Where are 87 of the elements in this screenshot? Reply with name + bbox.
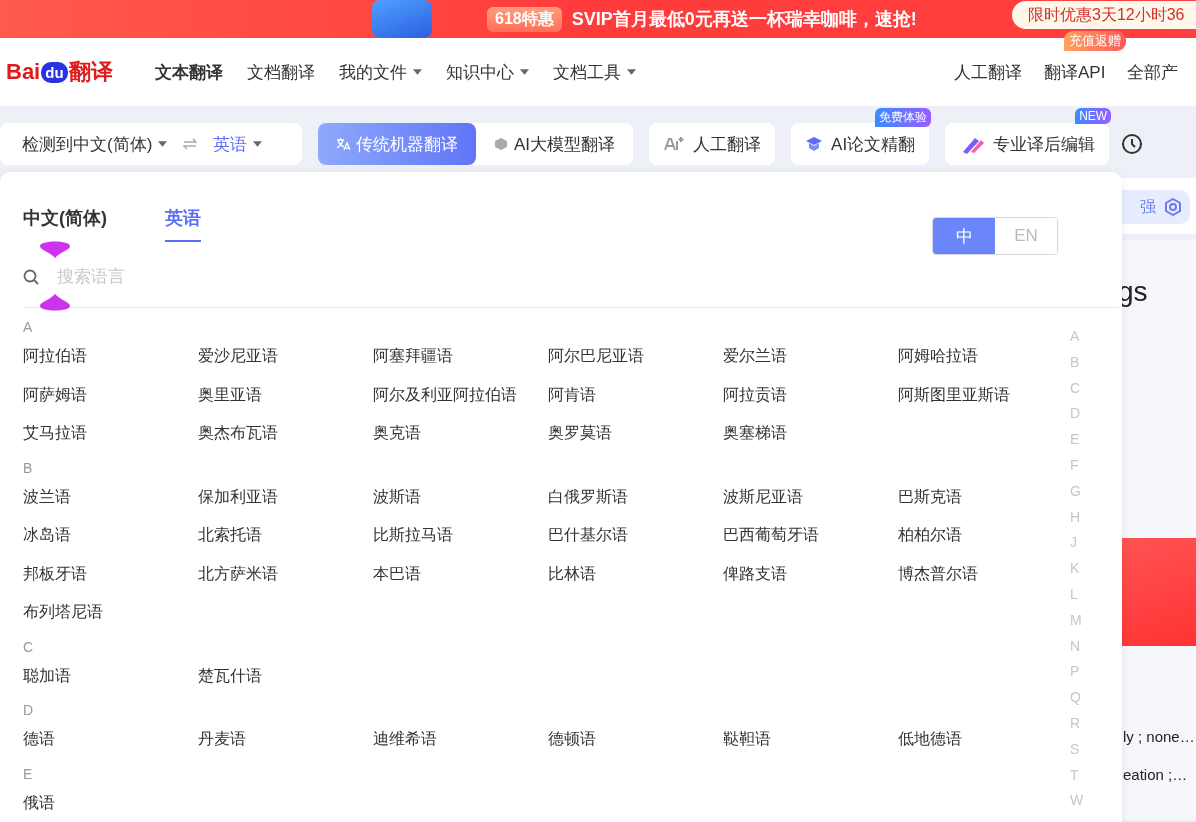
language-option[interactable]: 爱尔兰语 — [723, 347, 787, 364]
definition-text: ly ; none… — [1123, 728, 1195, 745]
language-option[interactable]: 比林语 — [548, 564, 596, 582]
language-option[interactable]: 阿尔巴尼亚语 — [548, 347, 644, 364]
language-option[interactable]: 阿拉伯语 — [23, 347, 87, 364]
history-icon[interactable] — [1121, 133, 1144, 155]
sale-badge: 618特惠 — [487, 6, 562, 32]
letter-heading: B — [23, 458, 33, 478]
language-selector[interactable]: 检测到中文(简体) 英语 — [0, 123, 302, 165]
countdown-pill: 限时优惠3天12小时36 — [1012, 1, 1196, 29]
language-option[interactable]: 白俄罗斯语 — [548, 487, 628, 505]
feature-button[interactable]: 人工翻译 — [649, 123, 776, 165]
nav-link[interactable]: 知识中心 — [445, 60, 529, 84]
language-option[interactable]: 阿萨姆语 — [23, 385, 87, 403]
language-option[interactable]: 俄语 — [23, 793, 55, 811]
caret-icon — [158, 141, 168, 147]
language-option[interactable]: 楚瓦什语 — [198, 666, 262, 684]
caret-icon — [253, 141, 263, 147]
language-option[interactable]: 阿肯语 — [548, 385, 596, 403]
language-option[interactable]: 阿斯图里亚斯语 — [898, 385, 1010, 403]
search-icon — [23, 269, 39, 285]
language-option[interactable]: 德语 — [23, 730, 55, 747]
language-option[interactable]: 北索托语 — [198, 526, 262, 543]
language-option[interactable]: 博杰普尔语 — [898, 564, 978, 582]
language-option[interactable]: 奥塞梯语 — [723, 424, 787, 441]
target-language[interactable]: 英语 — [213, 132, 263, 156]
letter-heading: E — [23, 764, 33, 784]
language-option[interactable]: 丹麦语 — [198, 730, 246, 747]
language-option[interactable]: 巴斯克语 — [898, 487, 962, 505]
language-option[interactable]: 德顿语 — [548, 730, 596, 747]
ai-sparkle-icon — [663, 136, 686, 152]
language-option[interactable]: 本巴语 — [373, 564, 421, 582]
language-option[interactable]: 保加利亚语 — [198, 487, 278, 505]
language-option[interactable]: 阿拉贡语 — [723, 385, 787, 403]
language-tab[interactable]: 英语 — [165, 206, 201, 242]
language-option[interactable]: 阿塞拜疆语 — [373, 347, 453, 364]
language-option[interactable]: 阿尔及利亚阿拉伯语 — [373, 385, 517, 403]
language-option[interactable]: 迪维希语 — [373, 730, 437, 747]
caret-icon — [626, 69, 636, 75]
translate-icon — [336, 137, 350, 151]
language-option[interactable]: 低地德语 — [898, 730, 962, 747]
mode-tab[interactable]: AI大模型翻译 — [476, 123, 634, 165]
nav-link[interactable]: 文本翻译 — [154, 60, 223, 84]
language-option[interactable]: 巴什基尔语 — [548, 526, 628, 543]
definition-text: eation ;… — [1123, 766, 1188, 783]
cube-icon — [494, 137, 508, 151]
language-option[interactable]: 奥里亚语 — [198, 385, 262, 403]
graduation-cap-icon — [805, 136, 824, 152]
language-option[interactable]: 比斯拉马语 — [373, 526, 453, 543]
feature-badge: 免费体验 — [875, 108, 932, 127]
letter-heading: C — [23, 637, 34, 657]
language-option[interactable]: 奥罗莫语 — [548, 424, 612, 441]
language-option[interactable]: 鞑靼语 — [723, 730, 771, 747]
language-option[interactable]: 奥克语 — [373, 424, 421, 441]
language-option[interactable]: 波兰语 — [23, 487, 71, 505]
language-option[interactable]: 柏柏尔语 — [898, 526, 962, 543]
language-option[interactable]: 奥杰布瓦语 — [198, 424, 278, 441]
settings-icon — [1164, 198, 1182, 216]
nav-link[interactable]: 翻译API — [1044, 62, 1106, 82]
language-option[interactable]: 巴西葡萄牙语 — [723, 526, 819, 543]
language-option[interactable]: 爱沙尼亚语 — [198, 347, 278, 364]
letter-heading: A — [23, 318, 33, 337]
feature-button[interactable]: AI论文精翻 — [791, 123, 930, 165]
nav-link[interactable]: 全部产 — [1127, 62, 1179, 82]
language-option[interactable]: 波斯语 — [373, 487, 421, 505]
letter-heading: D — [23, 701, 34, 720]
language-option[interactable]: 邦板牙语 — [23, 564, 87, 582]
nav-link[interactable]: 人工翻译 — [954, 62, 1022, 82]
caret-icon — [519, 69, 529, 75]
language-option[interactable]: 艾马拉语 — [23, 424, 87, 441]
language-tab[interactable]: 中文(简体) — [23, 206, 107, 242]
feature-badge: NEW — [1075, 108, 1112, 124]
language-option[interactable]: 波斯尼亚语 — [723, 487, 803, 505]
nav-link[interactable]: 文档翻译 — [246, 60, 315, 84]
source-language[interactable]: 检测到中文(简体) — [22, 132, 168, 156]
feature-button[interactable]: 专业译后编辑 — [945, 123, 1110, 165]
logo[interactable]: Bai du 翻译 — [6, 57, 113, 87]
language-option[interactable]: 布列塔尼语 — [23, 603, 103, 620]
caret-icon — [412, 69, 422, 75]
language-option[interactable]: 俾路支语 — [723, 564, 787, 582]
nav-link[interactable]: 我的文件 — [338, 60, 422, 84]
banner-text: SVIP首月最低0元再送一杯瑞幸咖啡，速抢! — [571, 8, 917, 31]
language-option[interactable]: 阿姆哈拉语 — [898, 347, 978, 364]
language-option[interactable]: 聪加语 — [23, 666, 71, 684]
language-option[interactable]: 冰岛语 — [23, 526, 71, 543]
language-option[interactable]: 北方萨米语 — [198, 564, 278, 582]
nav-link[interactable]: 文档工具 — [552, 60, 636, 84]
